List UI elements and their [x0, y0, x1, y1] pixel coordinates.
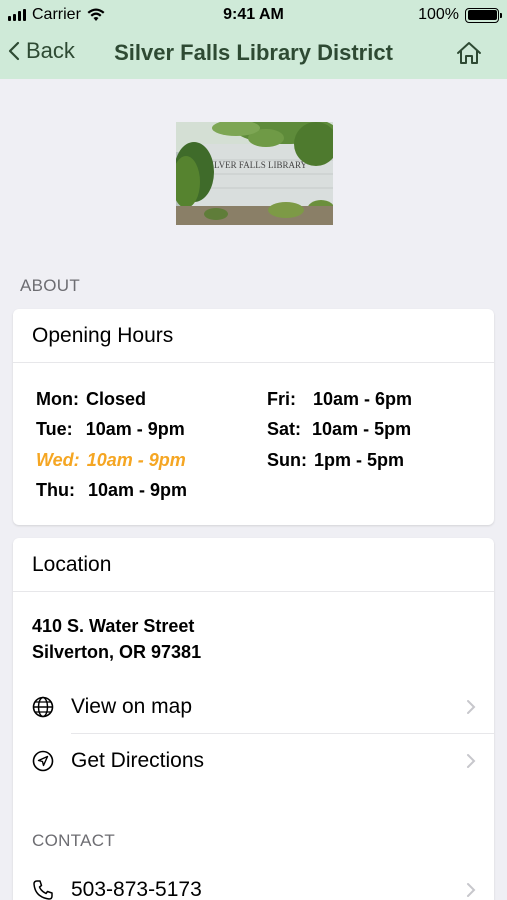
phone-row[interactable]: 503-873-5173 [13, 863, 494, 900]
address-line-2: Silverton, OR 97381 [32, 642, 202, 662]
hours-row-sun: Sun: 1pm - 5pm [267, 450, 404, 471]
view-on-map-label: View on map [71, 695, 193, 718]
status-right: 100% [418, 6, 502, 24]
library-photo: SILVER FALLS LIBRARY [176, 122, 333, 225]
hours-row-fri: Fri: 10am - 6pm [267, 389, 412, 410]
location-card: Location 410 S. Water Street Silverton, … [13, 538, 494, 900]
hours-time: Closed [86, 389, 147, 409]
navigation-bar: Back Silver Falls Library District [0, 30, 507, 79]
address-line-1: 410 S. Water Street [32, 616, 195, 636]
hours-time: 10am - 9pm [88, 480, 188, 500]
battery-percent: 100% [418, 6, 459, 23]
about-section-label: ABOUT [20, 276, 81, 295]
hours-row-wed-today: Wed: 10am - 9pm [36, 450, 186, 471]
hours-row-tue: Tue: 10am - 9pm [36, 419, 185, 440]
status-bar: Carrier 9:41 AM 100% [0, 0, 507, 30]
hours-day: Sat: [267, 419, 302, 439]
hours-time: 10am - 9pm [86, 450, 186, 470]
navigation-arrow-icon [32, 750, 54, 772]
globe-icon [32, 696, 54, 718]
hours-row-mon: Mon: Closed [36, 389, 146, 410]
hours-time: 1pm - 5pm [314, 450, 405, 470]
battery-icon [465, 7, 502, 23]
phone-number: 503-873-5173 [71, 878, 202, 900]
hours-time: 10am - 9pm [85, 419, 185, 439]
hours-day: Tue: [36, 419, 73, 439]
hours-row-sat: Sat: 10am - 5pm [267, 419, 411, 440]
hours-time: 10am - 5pm [312, 419, 412, 439]
sign-text: SILVER FALLS LIBRARY [206, 160, 308, 170]
hours-day: Wed: [36, 450, 80, 470]
hours-day: Mon: [36, 389, 79, 409]
hours-time: 10am - 6pm [313, 389, 413, 409]
home-icon[interactable] [455, 40, 483, 66]
address: 410 S. Water Street Silverton, OR 97381 [32, 613, 201, 665]
get-directions-label: Get Directions [71, 749, 205, 772]
chevron-right-icon [467, 700, 476, 714]
phone-icon [33, 880, 53, 900]
contact-section-label: CONTACT [32, 831, 115, 850]
top-bar: Carrier 9:41 AM 100% Back Silver Falls L… [0, 0, 507, 79]
get-directions-row[interactable]: Get Directions [13, 734, 494, 788]
chevron-right-icon [467, 883, 476, 897]
hours-day: Thu: [36, 480, 75, 500]
hours-row-thu: Thu: 10am - 9pm [36, 480, 187, 501]
hours-day: Sun: [267, 450, 307, 470]
location-title: Location [13, 538, 494, 592]
view-on-map-row[interactable]: View on map [13, 680, 494, 734]
opening-hours-card: Opening Hours Mon: Closed Tue: 10am - 9p… [13, 309, 494, 525]
opening-hours-title: Opening Hours [13, 309, 494, 363]
page-title: Silver Falls Library District [114, 40, 393, 65]
chevron-right-icon [467, 754, 476, 768]
hours-day: Fri: [267, 389, 296, 409]
